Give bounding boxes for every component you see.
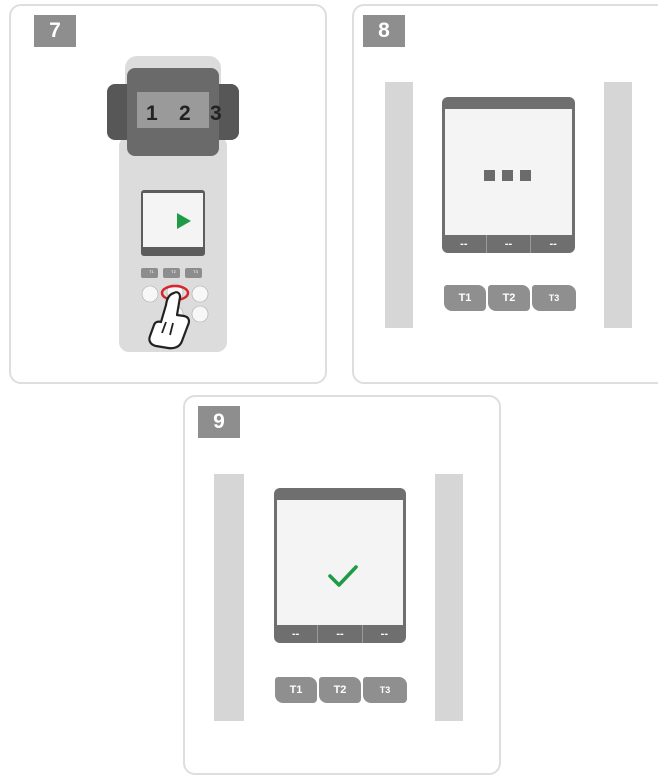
cuvette-slot-3: 3 [210, 102, 222, 125]
device-key-t3: T3 [193, 269, 198, 274]
t1-button[interactable]: T1 [444, 285, 486, 311]
checkmark-icon [328, 565, 358, 587]
cuvette-slot-1: 1 [146, 102, 158, 125]
step-7-panel: 7 1 2 3 T1 T2 T3 [9, 4, 327, 384]
display-field-1: -- [292, 628, 300, 640]
right-strip [435, 474, 463, 721]
device-key-t2: T2 [171, 269, 176, 274]
display-field-1: -- [460, 238, 468, 250]
t1-button[interactable]: T1 [275, 677, 317, 703]
cuvette-slot-2: 2 [179, 102, 191, 125]
right-strip [604, 82, 632, 328]
step-number-badge: 8 [363, 15, 405, 47]
display-field-2: -- [317, 625, 361, 643]
display-area [277, 500, 403, 625]
play-icon [177, 213, 191, 229]
display-field-row: -- -- -- [442, 235, 575, 253]
left-strip [385, 82, 413, 328]
display-screen: -- -- -- [442, 97, 575, 253]
display-field-3: -- [361, 625, 406, 643]
step-8-panel: 8 -- -- -- T1 T2 T3 [352, 4, 658, 384]
display-area [445, 109, 572, 235]
left-strip [214, 474, 244, 721]
device-key-t1: T1 [149, 269, 154, 274]
display-field-3: -- [530, 235, 575, 253]
step-9-panel: 9 -- -- -- T1 T2 T3 [183, 395, 501, 775]
step-number-badge: 9 [198, 406, 240, 438]
step-number-badge: 7 [34, 15, 76, 47]
display-screen: -- -- -- [274, 488, 406, 643]
t2-button[interactable]: T2 [488, 285, 530, 311]
t3-button[interactable]: T3 [363, 677, 407, 703]
t3-button[interactable]: T3 [532, 285, 576, 311]
display-field-row: -- -- -- [274, 625, 406, 643]
display-field-2: -- [485, 235, 531, 253]
hand-pointer-icon [148, 291, 191, 350]
loading-dots-icon [484, 170, 531, 181]
t2-button[interactable]: T2 [319, 677, 361, 703]
